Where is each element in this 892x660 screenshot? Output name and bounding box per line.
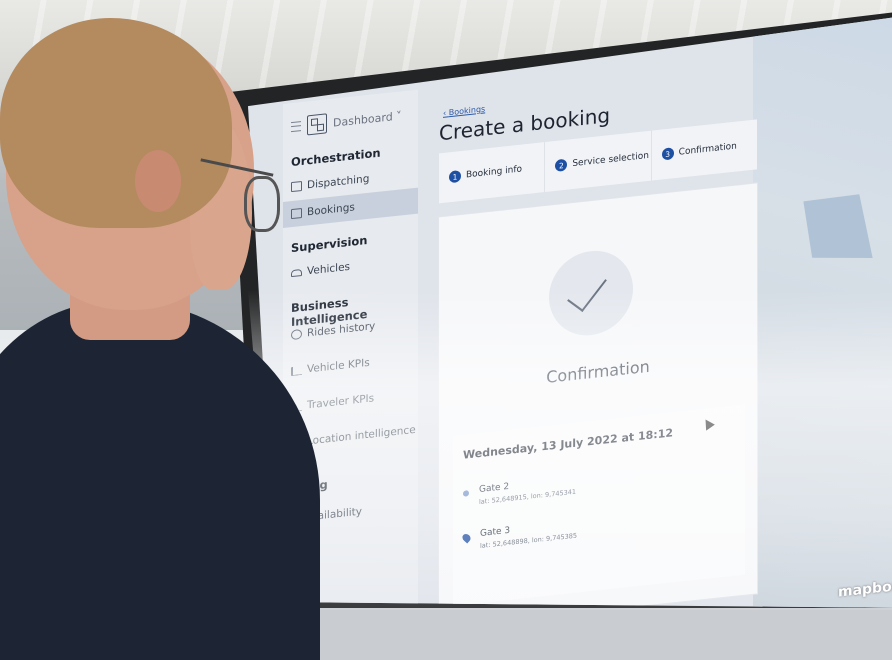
pickup-stop: Gate 2 lat: 52,648915, lon: 9,745341 [463, 475, 576, 508]
sidebar-item-label: Bookings [307, 201, 355, 219]
menu-icon[interactable] [291, 121, 301, 133]
app-window: mapbox Dashboard ˅ Orchestration Dispatc… [283, 14, 892, 608]
window-light [0, 330, 260, 608]
stop-name: Gate 3 [480, 525, 511, 539]
sidebar-section-planning: nning [291, 477, 328, 496]
step-number: 1 [449, 169, 461, 184]
back-link-label: Bookings [448, 104, 486, 118]
bar-chart-icon [291, 365, 302, 376]
sidebar-item-bookings[interactable]: Bookings [283, 187, 418, 228]
sidebar-section-orchestration: Orchestration [291, 145, 381, 170]
confirmation-card: Confirmation Wednesday, 13 July 2022 at … [439, 183, 757, 608]
sidebar-item-label: Traveler KPIs [307, 392, 375, 412]
sidebar-item-label: Vehicle KPIs [307, 356, 370, 376]
dashboard-dropdown[interactable]: Dashboard ˅ [333, 109, 402, 129]
dropoff-stop: Gate 3 lat: 52,648898, lon: 9,745385 [460, 519, 577, 552]
sidebar-item-dispatching[interactable]: Dispatching [291, 173, 369, 193]
back-to-bookings-link[interactable]: ‹ Bookings [443, 104, 485, 118]
step-label: Booking info [466, 164, 523, 181]
step-label: Confirmation [678, 141, 737, 158]
dashboard-icon [307, 113, 327, 136]
history-icon [291, 328, 302, 341]
success-check-icon [549, 246, 633, 340]
booking-icon [291, 207, 302, 220]
location-icon [291, 436, 302, 449]
sidebar-item-label: Vehicles [307, 260, 351, 278]
step-number: 3 [661, 147, 674, 161]
car-icon [291, 268, 302, 277]
step-service-selection[interactable]: 2 Service selection [545, 130, 652, 192]
origin-dot-icon [463, 490, 469, 497]
location-pin-icon [460, 532, 473, 544]
main-content: ‹ Bookings Create a booking 1 Booking in… [433, 53, 763, 608]
checkmark-icon [567, 269, 607, 312]
step-confirmation[interactable]: 3 Confirmation [652, 119, 757, 180]
sidebar-section-supervision: Supervision [291, 232, 368, 256]
sidebar-header: Dashboard ˅ [291, 105, 402, 137]
sidebar-item-fleet-availability[interactable]: et availability [291, 506, 362, 526]
sidebar-item-vehicle-kpis[interactable]: Vehicle KPIs [291, 357, 370, 377]
step-booking-info[interactable]: 1 Booking info [439, 141, 546, 204]
sidebar: Dashboard ˅ Orchestration Dispatching Bo… [283, 89, 418, 608]
step-number: 2 [555, 158, 568, 172]
booking-summary: Wednesday, 13 July 2022 at 18:12 Gate 2 … [453, 404, 745, 606]
sidebar-item-label: Location intelligence [307, 423, 416, 448]
calendar-icon [291, 180, 302, 193]
map-view[interactable] [753, 14, 892, 608]
sidebar-item-label: et availability [291, 505, 363, 526]
step-label: Service selection [572, 150, 649, 170]
sidebar-item-traveler-kpis[interactable]: Traveler KPIs [291, 392, 374, 413]
booking-datetime: Wednesday, 13 July 2022 at 18:12 [463, 426, 673, 462]
sidebar-item-vehicles[interactable]: Vehicles [291, 261, 350, 279]
confirmation-heading: Confirmation [546, 356, 650, 387]
sidebar-item-label: Dispatching [307, 172, 370, 192]
bar-chart-icon [291, 401, 302, 412]
mouse-cursor-icon [701, 416, 715, 431]
stop-name: Gate 2 [479, 481, 510, 496]
monitor-screen: mapbox Dashboard ˅ Orchestration Dispatc… [248, 14, 892, 608]
sidebar-item-location-intelligence[interactable]: Location intelligence [291, 424, 416, 449]
